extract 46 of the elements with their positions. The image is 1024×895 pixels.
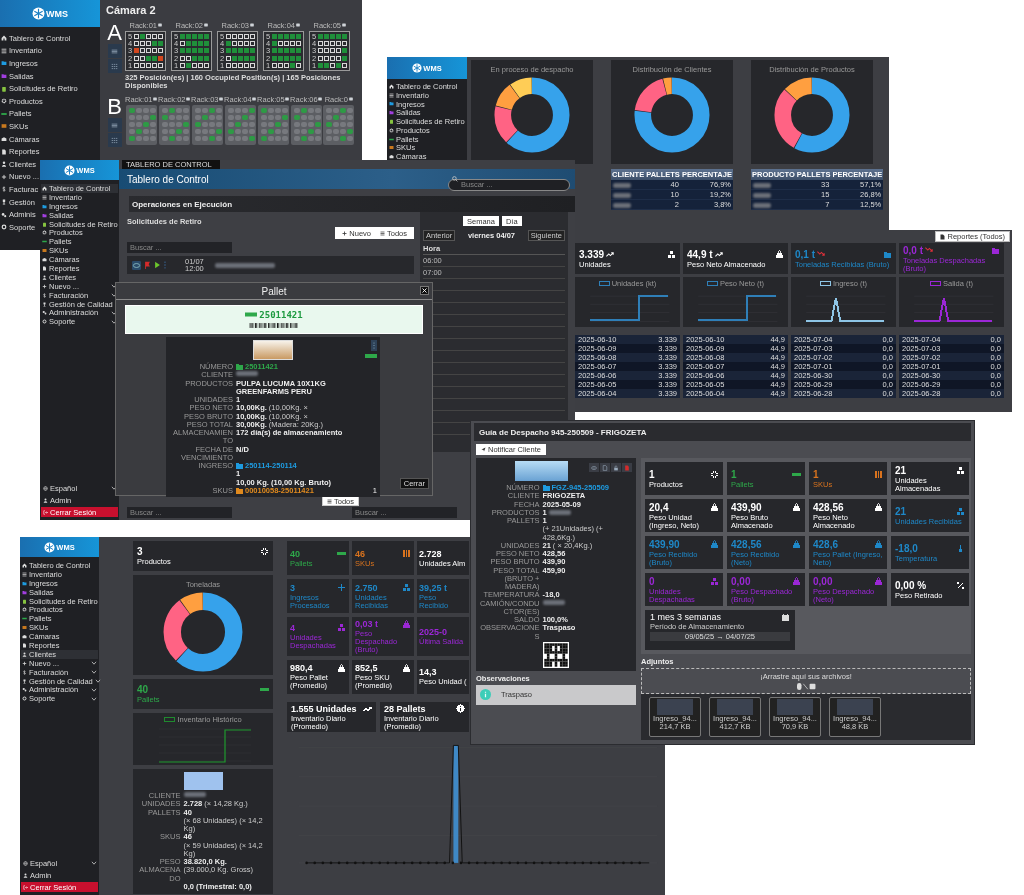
pallet-code: 25011421	[259, 309, 303, 320]
stat-value: 1.555 Unidades	[291, 703, 357, 714]
stat-value: 21	[895, 464, 907, 476]
stat-value: 439,90	[731, 501, 762, 513]
stat-value: 3	[137, 546, 143, 558]
stat-value: 20,4	[649, 501, 669, 513]
stat-value: 2.750	[355, 582, 378, 593]
stat-value: 40	[137, 684, 149, 696]
stat-value: -18,0	[895, 542, 918, 554]
stat-value: 44,9 t	[687, 248, 713, 260]
page-title: Guía de Despacho 945-250509 - FRIGOZETA	[479, 427, 647, 437]
stat-value: 1 mes 3 semanas	[650, 612, 722, 622]
stat-value: 428,56	[813, 501, 844, 513]
stat-value: 46	[355, 548, 365, 559]
stat-value: 40	[290, 548, 300, 559]
stat-value: 0,03 t	[355, 619, 378, 629]
section-header: Operaciones en Ejecución	[129, 196, 575, 212]
stat-value: 1	[649, 468, 655, 480]
stat-value: 0,00 %	[895, 579, 927, 591]
stat-value: 3.339	[579, 248, 605, 260]
section-letter: B	[107, 97, 122, 118]
page-title: Tablero de Control	[127, 173, 209, 185]
section-letter: A	[107, 23, 122, 43]
stat-value: 3	[290, 582, 295, 593]
page-title: Cámara 2	[106, 4, 157, 18]
stat-value: 1	[731, 468, 737, 480]
stat-value: 0	[649, 575, 655, 587]
stat-value: 852,5	[355, 663, 378, 674]
stat-value: 14,3	[419, 667, 437, 678]
stat-value: 980,4	[290, 663, 313, 674]
stat-value: 1	[813, 468, 819, 480]
stat-value: 0,00	[813, 575, 833, 587]
stat-value: 0,0 t	[903, 244, 923, 256]
stat-value: 28 Pallets	[384, 703, 426, 714]
stat-value: 0,1 t	[795, 248, 815, 260]
stat-value: 21	[895, 505, 907, 517]
stat-value: 2025-0	[419, 626, 448, 637]
modal-title: Pallet	[261, 285, 287, 297]
stat-value: 428,6	[813, 538, 839, 550]
stat-value: 0,00	[731, 575, 751, 587]
stat-value: 4	[290, 622, 295, 633]
stat-value: 428,56	[731, 538, 762, 550]
stat-value: 439,90	[649, 538, 680, 550]
stat-value: 39,25 t	[419, 582, 448, 593]
logo-text: WMS	[46, 8, 68, 19]
stat-value: 2.728	[419, 548, 442, 559]
